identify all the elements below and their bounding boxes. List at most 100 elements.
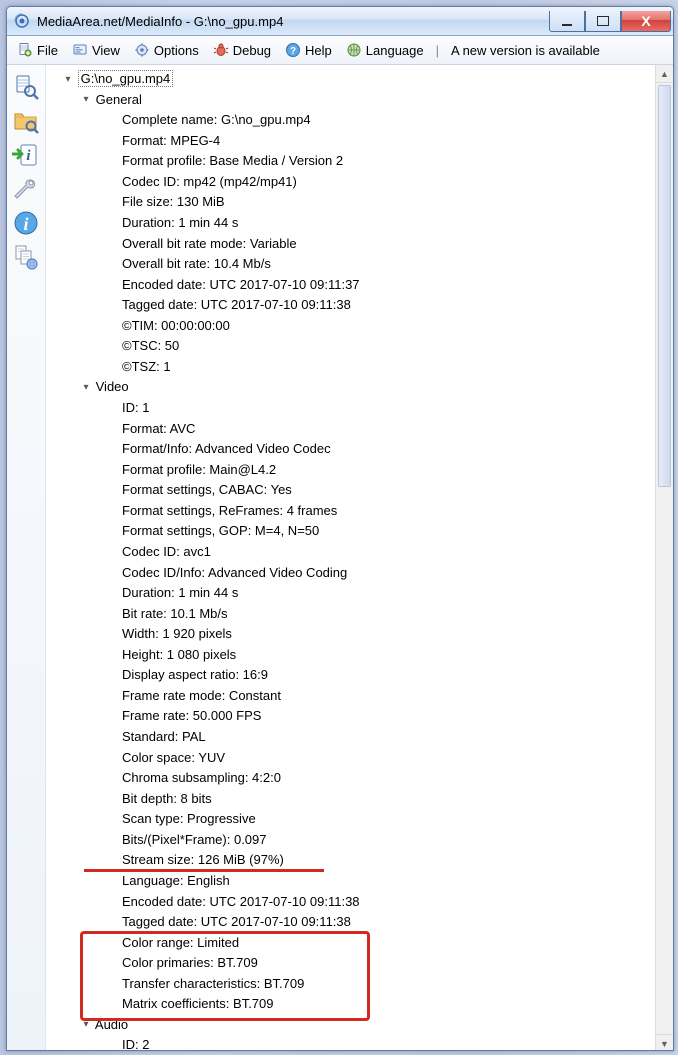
tree-item[interactable]: Format: MPEG-4 xyxy=(50,131,655,152)
tree-item[interactable]: Codec ID: avc1 xyxy=(50,542,655,563)
tree-item-label: Overall bit rate mode: Variable xyxy=(122,236,297,251)
tree-item[interactable]: Codec ID/Info: Advanced Video Coding xyxy=(50,563,655,584)
tree-item[interactable]: Language: English xyxy=(50,871,655,892)
tree-item[interactable]: Codec ID: mp42 (mp42/mp41) xyxy=(50,172,655,193)
tree-item[interactable]: Bit depth: 8 bits xyxy=(50,789,655,810)
tree-item-label: Complete name: G:\no_gpu.mp4 xyxy=(122,112,311,127)
tree-item-label: Stream size: 126 MiB (97%) xyxy=(122,852,284,867)
scroll-up-button[interactable]: ▲ xyxy=(656,65,673,83)
new-version-link[interactable]: A new version is available xyxy=(445,41,606,60)
tree-item[interactable]: Height: 1 080 pixels xyxy=(50,645,655,666)
titlebar[interactable]: MediaArea.net/MediaInfo - G:\no_gpu.mp4 … xyxy=(7,7,673,36)
tree-item[interactable]: Complete name: G:\no_gpu.mp4 xyxy=(50,110,655,131)
svg-text:?: ? xyxy=(290,46,296,57)
tree-item[interactable]: Frame rate mode: Constant xyxy=(50,686,655,707)
scroll-thumb[interactable] xyxy=(658,85,671,487)
tree-item[interactable]: ©TSC: 50 xyxy=(50,336,655,357)
tree-section-video[interactable]: Video xyxy=(50,377,655,398)
tree-item-label: Height: 1 080 pixels xyxy=(122,647,236,662)
tree-item[interactable]: Frame rate: 50.000 FPS xyxy=(50,706,655,727)
menu-debug[interactable]: Debug xyxy=(207,40,277,60)
tree-item[interactable]: Format: AVC xyxy=(50,419,655,440)
sidebar-info-icon[interactable]: i xyxy=(10,207,42,239)
expander-icon[interactable] xyxy=(62,70,74,90)
tree-item-label: ID: 2 xyxy=(122,1037,149,1051)
sidebar-preferences-icon[interactable] xyxy=(10,173,42,205)
tree-item[interactable]: Encoded date: UTC 2017-07-10 09:11:38 xyxy=(50,892,655,913)
tree-item[interactable]: Standard: PAL xyxy=(50,727,655,748)
help-icon: ? xyxy=(285,42,301,58)
tree-item[interactable]: Bit rate: 10.1 Mb/s xyxy=(50,604,655,625)
tree-item-label: Tagged date: UTC 2017-07-10 09:11:38 xyxy=(122,297,351,312)
tree-item[interactable]: Tagged date: UTC 2017-07-10 09:11:38 xyxy=(50,912,655,933)
expander-icon[interactable] xyxy=(80,378,92,398)
tree-item[interactable]: Color space: YUV xyxy=(50,748,655,769)
property-tree[interactable]: G:\no_gpu.mp4 General Complete name: G:\… xyxy=(46,65,655,1051)
tree-item[interactable]: Width: 1 920 pixels xyxy=(50,624,655,645)
annotation-box xyxy=(80,931,370,1021)
tree-item-label: Encoded date: UTC 2017-07-10 09:11:37 xyxy=(122,277,360,292)
menu-help[interactable]: ? Help xyxy=(279,40,338,60)
tree-item-label: Codec ID: mp42 (mp42/mp41) xyxy=(122,174,297,189)
main-panel: G:\no_gpu.mp4 General Complete name: G:\… xyxy=(46,65,673,1051)
options-icon xyxy=(134,42,150,58)
expander-icon[interactable] xyxy=(80,90,92,110)
window-controls: X xyxy=(549,11,671,31)
menu-view[interactable]: View xyxy=(66,40,126,60)
tree-item[interactable]: Format settings, ReFrames: 4 frames xyxy=(50,501,655,522)
tree-item-label: Scan type: Progressive xyxy=(122,811,256,826)
tree-item[interactable]: ©TIM: 00:00:00:00 xyxy=(50,316,655,337)
tree-item[interactable]: Bits/(Pixel*Frame): 0.097 xyxy=(50,830,655,851)
tree-item-label: Format settings, CABAC: Yes xyxy=(122,482,292,497)
tree-item-label: Format: AVC xyxy=(122,421,195,436)
tree-item[interactable]: Duration: 1 min 44 s xyxy=(50,583,655,604)
tree-item[interactable]: Format profile: Main@L4.2 xyxy=(50,460,655,481)
tree-item-label: Width: 1 920 pixels xyxy=(122,626,232,641)
tree-item[interactable]: Tagged date: UTC 2017-07-10 09:11:38 xyxy=(50,295,655,316)
annotation-underline xyxy=(84,869,324,872)
maximize-button[interactable] xyxy=(585,11,621,32)
body: i i G:\no_gpu.mp4 Gene xyxy=(7,65,673,1051)
scroll-down-button[interactable]: ▼ xyxy=(656,1034,673,1051)
menu-file[interactable]: File xyxy=(11,40,64,60)
tree-item[interactable]: ID: 1 xyxy=(50,398,655,419)
tree-item[interactable]: Scan type: Progressive xyxy=(50,809,655,830)
tree-item-label: ©TIM: 00:00:00:00 xyxy=(122,318,230,333)
tree-item-label: Format profile: Main@L4.2 xyxy=(122,462,276,477)
tree-item[interactable]: File size: 130 MiB xyxy=(50,192,655,213)
sidebar-file-search-icon[interactable] xyxy=(10,71,42,103)
menu-options[interactable]: Options xyxy=(128,40,205,60)
sidebar-export-icon[interactable] xyxy=(10,241,42,273)
tree-section-general[interactable]: General xyxy=(50,90,655,111)
tree-item[interactable]: Format/Info: Advanced Video Codec xyxy=(50,439,655,460)
menu-language[interactable]: Language xyxy=(340,40,430,60)
close-button[interactable]: X xyxy=(621,11,671,32)
tree-root-row[interactable]: G:\no_gpu.mp4 xyxy=(50,69,655,90)
vertical-scrollbar[interactable]: ▲ ▼ xyxy=(655,65,673,1051)
minimize-button[interactable] xyxy=(549,11,585,32)
tree-item[interactable]: Duration: 1 min 44 s xyxy=(50,213,655,234)
tree-item-label: Standard: PAL xyxy=(122,729,206,744)
menu-view-label: View xyxy=(92,43,120,58)
tree-item-label: Bit depth: 8 bits xyxy=(122,791,212,806)
tree-item[interactable]: Chroma subsampling: 4:2:0 xyxy=(50,768,655,789)
menu-file-label: File xyxy=(37,43,58,58)
sidebar-import-info-icon[interactable]: i xyxy=(10,139,42,171)
tree-item[interactable]: Encoded date: UTC 2017-07-10 09:11:37 xyxy=(50,275,655,296)
app-icon xyxy=(13,12,31,30)
tree-section-label: General xyxy=(96,92,142,107)
tree-item[interactable]: Stream size: 126 MiB (97%) xyxy=(50,850,655,871)
sidebar-folder-search-icon[interactable] xyxy=(10,105,42,137)
tree-item[interactable]: Overall bit rate: 10.4 Mb/s xyxy=(50,254,655,275)
sidebar: i i xyxy=(7,65,46,1051)
tree-item-label: Format settings, ReFrames: 4 frames xyxy=(122,503,337,518)
tree-item[interactable]: Format profile: Base Media / Version 2 xyxy=(50,151,655,172)
tree-item[interactable]: Overall bit rate mode: Variable xyxy=(50,234,655,255)
tree-item[interactable]: ©TSZ: 1 xyxy=(50,357,655,378)
app-window: MediaArea.net/MediaInfo - G:\no_gpu.mp4 … xyxy=(6,6,674,1051)
tree-item[interactable]: ID: 2 xyxy=(50,1035,655,1051)
tree-item[interactable]: Display aspect ratio: 16:9 xyxy=(50,665,655,686)
tree-item[interactable]: Format settings, GOP: M=4, N=50 xyxy=(50,521,655,542)
tree-item[interactable]: Format settings, CABAC: Yes xyxy=(50,480,655,501)
new-version-label: A new version is available xyxy=(451,43,600,58)
